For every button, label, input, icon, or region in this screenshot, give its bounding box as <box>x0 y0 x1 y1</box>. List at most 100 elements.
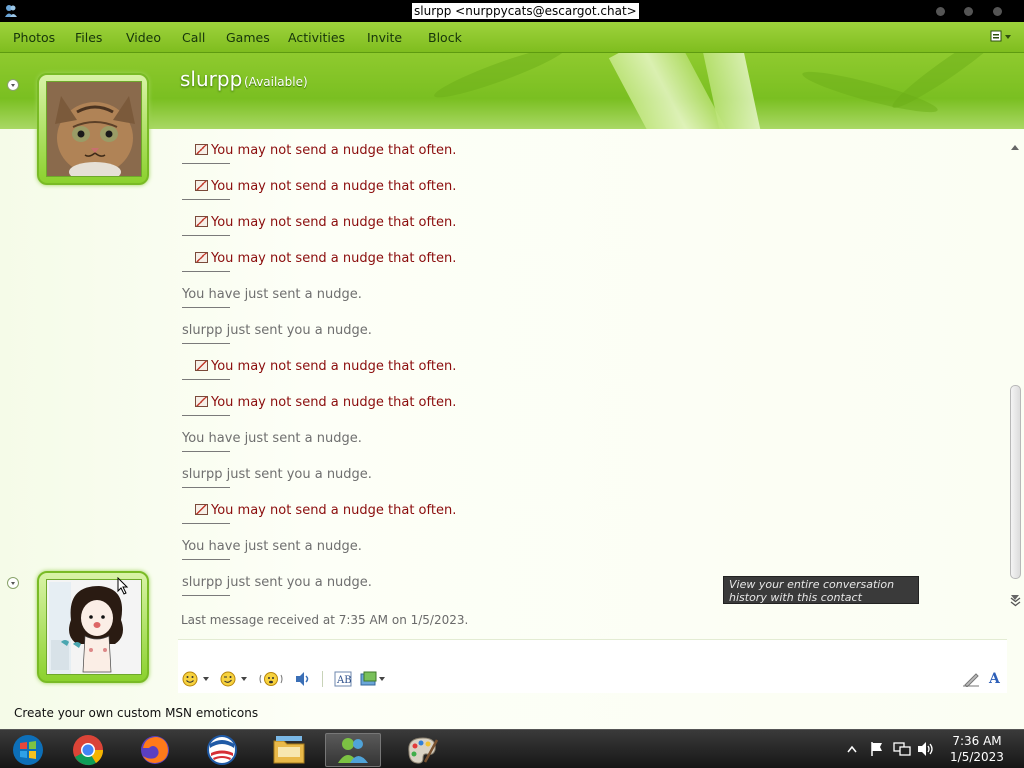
message-row: You may not send a nudge that often. <box>182 503 457 524</box>
contact-pane-collapse-button[interactable] <box>7 79 19 91</box>
menu-bar: Photos Files Video Call Games Activities… <box>0 22 1024 53</box>
message-row: You have just sent a nudge. <box>182 287 362 308</box>
voice-clip-icon[interactable] <box>294 671 312 687</box>
self-pane-collapse-button[interactable] <box>7 577 19 589</box>
history-scrollbar[interactable] <box>1008 139 1022 607</box>
messenger-app-icon[interactable] <box>3 3 19 19</box>
scroll-thumb[interactable] <box>1010 385 1021 579</box>
message-row: You may not send a nudge that often. <box>182 143 457 164</box>
font-icon[interactable]: AB <box>334 671 352 687</box>
message-text: slurpp just sent you a nudge. <box>182 323 372 338</box>
emoticon-icon[interactable] <box>182 671 212 687</box>
file-manager-icon[interactable] <box>261 733 317 767</box>
message-text: You may not send a nudge that often. <box>211 251 457 266</box>
conversation-header: slurpp (Available) <box>0 53 1024 129</box>
title-bar: slurpp <nurppycats@escargot.chat> <box>0 0 1024 22</box>
message-row: slurpp just sent you a nudge. <box>182 323 372 344</box>
svg-text:AB: AB <box>336 675 352 686</box>
message-text: You may not send a nudge that often. <box>211 143 457 158</box>
nudge-warning-icon <box>195 504 208 515</box>
background-icon[interactable] <box>360 671 388 687</box>
message-separator <box>182 523 230 524</box>
message-row: You may not send a nudge that often. <box>182 179 457 200</box>
leaf-decoration <box>431 53 569 105</box>
window-title: slurpp <nurppycats@escargot.chat> <box>412 3 639 19</box>
menu-files[interactable]: Files <box>75 30 102 45</box>
contact-display-picture <box>46 81 142 177</box>
message-separator <box>182 235 230 236</box>
message-separator <box>182 199 230 200</box>
menu-video[interactable]: Video <box>126 30 161 45</box>
action-center-flag-icon[interactable] <box>869 741 885 757</box>
tray-expand-icon[interactable] <box>847 745 857 753</box>
nudge-icon[interactable] <box>259 671 283 687</box>
taskbar: 7:36 AM 1/5/2023 <box>0 729 1024 768</box>
message-text: slurpp just sent you a nudge. <box>182 575 372 590</box>
message-text: You have just sent a nudge. <box>182 287 362 302</box>
self-avatar[interactable] <box>37 571 149 683</box>
paint-icon[interactable] <box>394 733 450 767</box>
options-menu-icon[interactable] <box>990 30 1012 44</box>
message-row: You may not send a nudge that often. <box>182 359 456 380</box>
message-separator <box>182 163 230 164</box>
message-separator <box>182 271 230 272</box>
close-button[interactable] <box>993 7 1002 16</box>
scroll-up-arrow[interactable] <box>1011 145 1019 150</box>
menu-invite[interactable]: Invite <box>367 30 402 45</box>
nudge-warning-icon <box>195 144 208 155</box>
message-text: You may not send a nudge that often. <box>211 179 457 194</box>
message-text: You may not send a nudge that often. <box>211 215 457 230</box>
windows-live-icon[interactable] <box>0 733 56 767</box>
nudge-warning-icon <box>195 360 208 371</box>
message-text: You may not send a nudge that often. <box>211 503 457 518</box>
menu-block[interactable]: Block <box>428 30 462 45</box>
network-icon[interactable] <box>893 741 911 757</box>
message-row: You have just sent a nudge. <box>182 431 362 452</box>
nudge-warning-icon <box>195 396 208 407</box>
message-text: You have just sent a nudge. <box>182 539 362 554</box>
message-text: slurpp just sent you a nudge. <box>182 467 372 482</box>
contact-avatar[interactable] <box>37 73 149 185</box>
menu-call[interactable]: Call <box>182 30 205 45</box>
volume-icon[interactable] <box>917 741 935 757</box>
nudge-warning-icon <box>195 252 208 263</box>
message-row: You may not send a nudge that often. <box>182 395 457 416</box>
menu-activities[interactable]: Activities <box>288 30 345 45</box>
menu-games[interactable]: Games <box>226 30 270 45</box>
message-separator <box>182 307 230 308</box>
last-message-timestamp: Last message received at 7:35 AM on 1/5/… <box>181 613 469 627</box>
history-expand-icon[interactable] <box>1010 597 1021 607</box>
contact-status: (Available) <box>244 75 308 89</box>
menu-photos[interactable]: Photos <box>13 30 55 45</box>
clock-date: 1/5/2023 <box>950 750 1004 764</box>
mouse-cursor-icon <box>117 577 129 595</box>
history-tooltip: View your entire conversation history wi… <box>723 576 919 604</box>
message-separator <box>182 415 230 416</box>
message-text: You have just sent a nudge. <box>182 431 362 446</box>
toolbar-divider <box>322 671 323 687</box>
firefox-icon[interactable] <box>127 733 183 767</box>
message-separator <box>182 379 230 380</box>
chrome-icon[interactable] <box>60 733 116 767</box>
message-row: You have just sent a nudge. <box>182 539 362 560</box>
maximize-button[interactable] <box>964 7 973 16</box>
message-row: slurpp just sent you a nudge. <box>182 467 372 488</box>
obama-icon[interactable] <box>194 733 250 767</box>
minimize-button[interactable] <box>936 7 945 16</box>
nudge-warning-icon <box>195 216 208 227</box>
custom-emoticons-link[interactable]: Create your own custom MSN emoticons <box>14 706 258 720</box>
messenger-icon[interactable] <box>325 733 381 767</box>
system-clock[interactable]: 7:36 AM 1/5/2023 <box>946 733 1008 765</box>
text-format-icon[interactable]: A <box>989 671 1000 687</box>
message-separator <box>182 451 230 452</box>
message-separator <box>182 487 230 488</box>
message-text: You may not send a nudge that often. <box>211 395 457 410</box>
message-row: slurpp just sent you a nudge. <box>182 575 372 596</box>
contact-name: slurpp <box>180 67 243 91</box>
wink-icon[interactable] <box>220 671 250 687</box>
message-separator <box>182 343 230 344</box>
message-separator <box>182 595 230 596</box>
clock-time: 7:36 AM <box>952 734 1002 748</box>
handwriting-icon[interactable] <box>962 671 980 687</box>
message-row: You may not send a nudge that often. <box>182 215 457 236</box>
